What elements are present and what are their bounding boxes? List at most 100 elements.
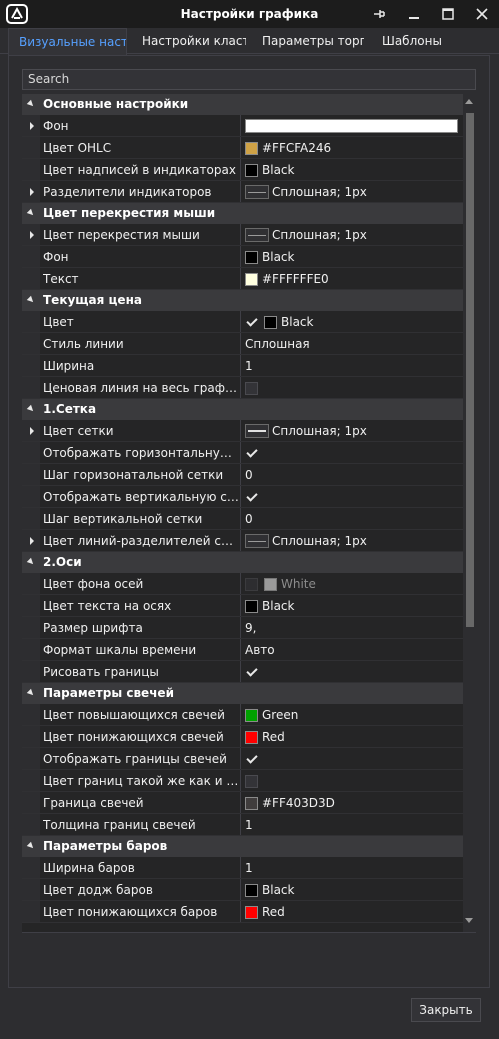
property-row[interactable]: Отображать границы свечей: [22, 748, 463, 770]
property-value[interactable]: Сплошная; 1px: [245, 420, 367, 442]
collapse-triangle-icon[interactable]: [26, 208, 36, 218]
collapse-triangle-icon[interactable]: [26, 557, 36, 567]
property-row[interactable]: Цвет сетки Сплошная; 1px: [22, 420, 463, 442]
property-value[interactable]: [245, 115, 462, 137]
property-value[interactable]: [245, 377, 264, 399]
maximize-button[interactable]: [439, 5, 457, 23]
property-row[interactable]: Цвет надписей в индикаторах Black: [22, 159, 463, 181]
collapse-triangle-icon[interactable]: [26, 688, 36, 698]
color-swatch[interactable]: [245, 141, 258, 155]
expand-arrow-icon[interactable]: [30, 427, 34, 435]
property-row[interactable]: Формат шкалы времени Авто: [22, 639, 463, 661]
checkmark-icon[interactable]: [245, 316, 258, 329]
property-value[interactable]: #FF403D3D: [245, 792, 335, 814]
property-value[interactable]: White: [245, 573, 316, 595]
property-value[interactable]: 1: [245, 857, 253, 879]
property-row[interactable]: Цвет фона осей White: [22, 573, 463, 595]
scroll-up-icon[interactable]: [465, 99, 473, 104]
property-row[interactable]: Толщина границ свечей 1: [22, 814, 463, 836]
property-row[interactable]: Отображать горизонтальную с...: [22, 442, 463, 464]
property-value[interactable]: Сплошная: [245, 333, 310, 355]
property-row[interactable]: Граница свечей #FF403D3D: [22, 792, 463, 814]
color-swatch[interactable]: [264, 577, 277, 591]
color-swatch[interactable]: [245, 250, 258, 264]
color-swatch[interactable]: [245, 119, 458, 133]
property-value[interactable]: Red: [245, 901, 285, 923]
property-row[interactable]: Ширина 1: [22, 355, 463, 377]
pin-button[interactable]: [370, 5, 388, 23]
checkbox[interactable]: [245, 577, 258, 591]
category-header[interactable]: 2.Оси: [22, 552, 463, 573]
property-value[interactable]: 1: [245, 814, 253, 836]
property-value[interactable]: 0: [245, 508, 253, 530]
scroll-thumb[interactable]: [466, 113, 474, 627]
line-style-swatch[interactable]: [245, 185, 269, 199]
vertical-scrollbar[interactable]: [463, 94, 476, 932]
line-style-swatch[interactable]: [245, 228, 269, 242]
property-value[interactable]: 0: [245, 464, 253, 486]
property-value[interactable]: [245, 661, 264, 683]
category-header[interactable]: Цвет перекрестия мыши: [22, 203, 463, 224]
line-style-swatch[interactable]: [245, 534, 269, 548]
collapse-triangle-icon[interactable]: [26, 841, 36, 851]
property-value[interactable]: Сплошная; 1px: [245, 224, 367, 246]
property-value[interactable]: Black: [245, 159, 294, 181]
property-value[interactable]: Black: [245, 246, 294, 268]
property-row[interactable]: Ширина баров 1: [22, 857, 463, 879]
property-row[interactable]: Цвет Black: [22, 311, 463, 333]
minimize-button[interactable]: [405, 5, 423, 23]
category-header[interactable]: Текущая цена: [22, 290, 463, 311]
tab-templates[interactable]: Шаблоны: [372, 28, 452, 55]
property-value[interactable]: Авто: [245, 639, 275, 661]
checkmark-icon[interactable]: [245, 666, 258, 679]
category-header[interactable]: Параметры баров: [22, 836, 463, 857]
expand-arrow-icon[interactable]: [30, 231, 34, 239]
category-header[interactable]: Параметры свечей: [22, 683, 463, 704]
property-row[interactable]: Цвет додж баров Black: [22, 879, 463, 901]
property-value[interactable]: 1: [245, 355, 253, 377]
property-value[interactable]: Black: [245, 595, 294, 617]
property-value[interactable]: Red: [245, 726, 285, 748]
property-row[interactable]: Цвет OHLC #FFCFA246: [22, 137, 463, 159]
property-row[interactable]: Фон: [22, 115, 463, 137]
property-row[interactable]: Текст #FFFFFFE0: [22, 268, 463, 290]
property-row[interactable]: Цвет понижающихся свечей Red: [22, 726, 463, 748]
tab-visual-settings[interactable]: Визуальные настр: [8, 28, 127, 55]
color-swatch[interactable]: [245, 272, 258, 286]
property-row[interactable]: Стиль линии Сплошная: [22, 333, 463, 355]
collapse-triangle-icon[interactable]: [26, 404, 36, 414]
color-swatch[interactable]: [245, 708, 258, 722]
checkbox[interactable]: [245, 381, 258, 395]
color-swatch[interactable]: [245, 163, 258, 177]
close-window-button[interactable]: [473, 5, 491, 23]
property-row[interactable]: Ценовая линия на весь график: [22, 377, 463, 399]
color-swatch[interactable]: [245, 796, 258, 810]
property-value[interactable]: Сплошная; 1px: [245, 181, 367, 203]
checkmark-icon[interactable]: [245, 447, 258, 460]
property-row[interactable]: Шаг вертикальной сетки 0: [22, 508, 463, 530]
property-value[interactable]: Green: [245, 704, 298, 726]
property-row[interactable]: Фон Black: [22, 246, 463, 268]
line-style-swatch[interactable]: [245, 424, 269, 438]
checkmark-icon[interactable]: [245, 491, 258, 504]
category-header[interactable]: 1.Сетка: [22, 399, 463, 420]
property-row[interactable]: Шаг горизонатальной сетки 0: [22, 464, 463, 486]
search-input[interactable]: Search: [22, 69, 476, 90]
property-value[interactable]: [245, 486, 264, 508]
property-value[interactable]: Black: [245, 311, 313, 333]
property-row[interactable]: Цвет понижающихся баров Red: [22, 901, 463, 923]
collapse-triangle-icon[interactable]: [26, 99, 36, 109]
color-swatch[interactable]: [245, 730, 258, 744]
property-row[interactable]: Рисовать границы: [22, 661, 463, 683]
property-row[interactable]: Разделители индикаторов Сплошная; 1px: [22, 181, 463, 203]
property-row[interactable]: Цвет границ такой же как и тела: [22, 770, 463, 792]
property-row[interactable]: Отображать вертикальную сетку: [22, 486, 463, 508]
scroll-down-icon[interactable]: [465, 918, 473, 923]
color-swatch[interactable]: [245, 883, 258, 897]
property-value[interactable]: [245, 770, 264, 792]
expand-arrow-icon[interactable]: [30, 537, 34, 545]
property-value[interactable]: Сплошная; 1px: [245, 530, 367, 552]
property-row[interactable]: Цвет перекрестия мыши Сплошная; 1px: [22, 224, 463, 246]
expand-arrow-icon[interactable]: [30, 188, 34, 196]
color-swatch[interactable]: [245, 905, 258, 919]
